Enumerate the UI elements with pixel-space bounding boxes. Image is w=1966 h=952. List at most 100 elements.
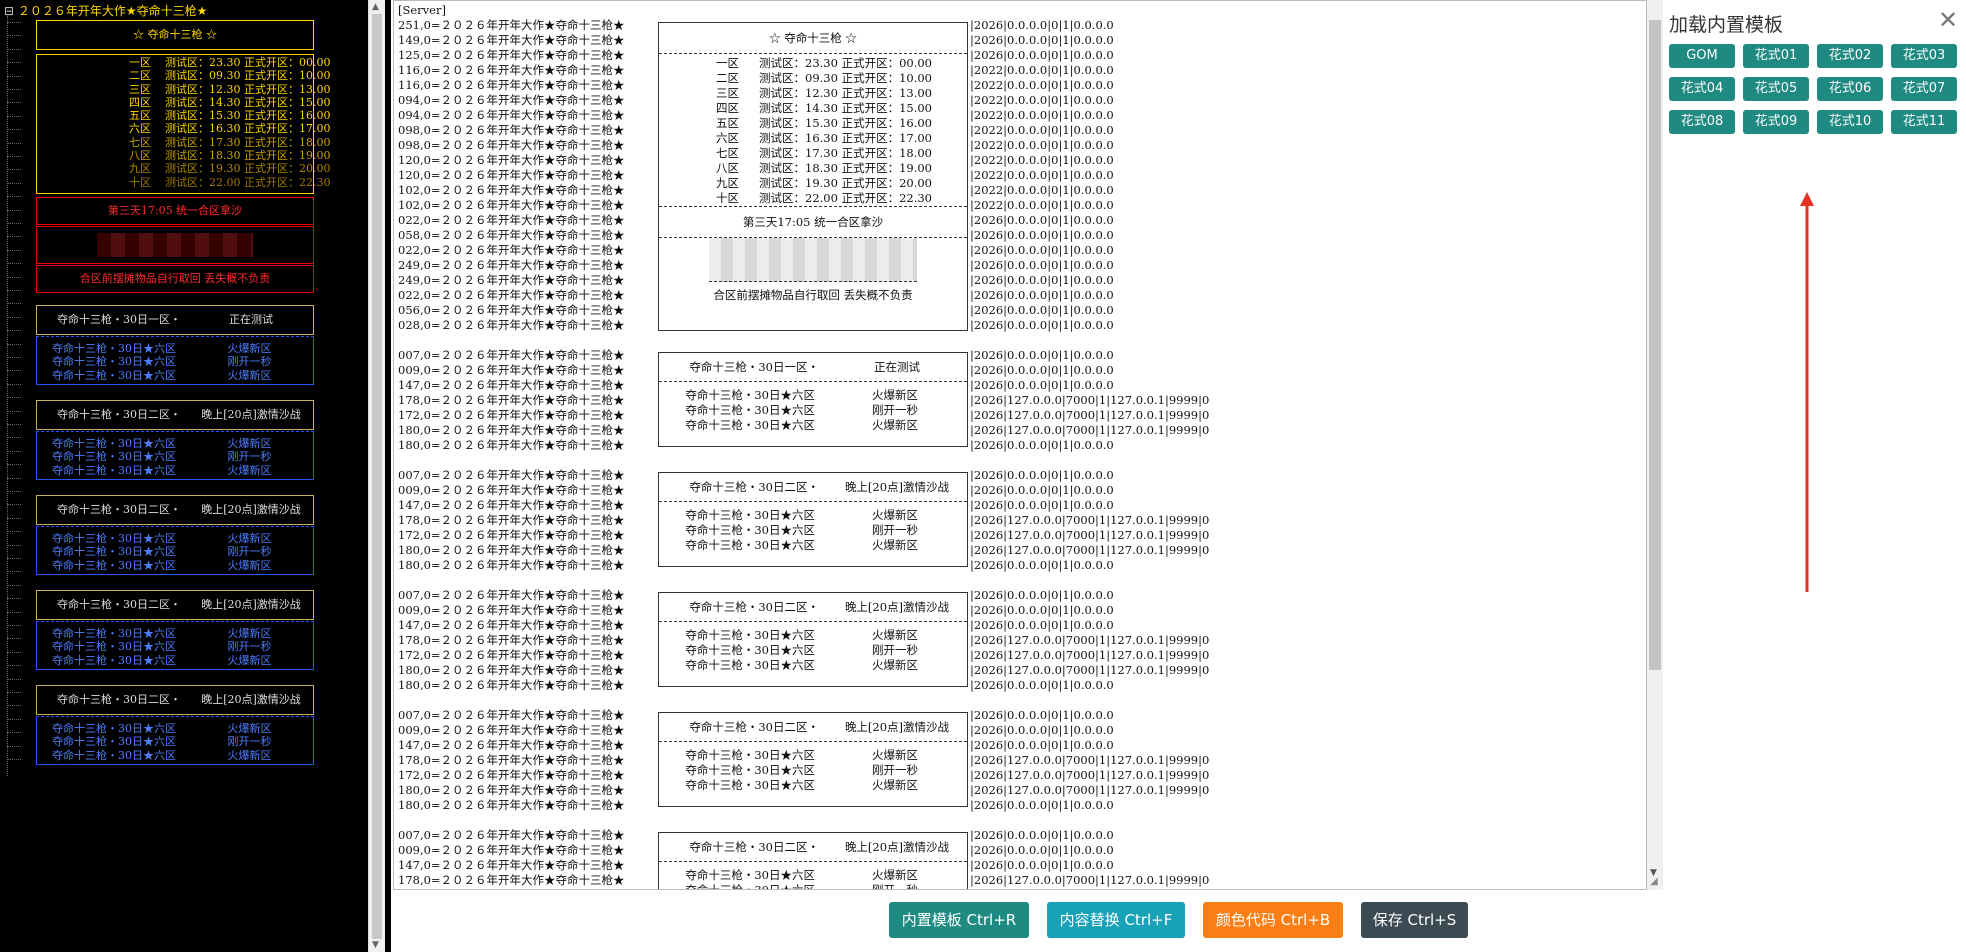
editor-line-key: 180,0=２０２６年开年大作★夺命十三枪★ <box>398 543 625 557</box>
toolbar-button[interactable]: 保存 Ctrl+S <box>1361 902 1468 938</box>
editor-line-key: 058,0=２０２６年开年大作★夺命十三枪★ <box>398 228 625 242</box>
group-header-right: 晚上[20点]激情沙战 <box>201 693 301 706</box>
tree-tick <box>7 115 21 117</box>
zone-row: 五区 测试区：15.30 正式开区：16.00 <box>37 109 330 122</box>
template-button[interactable]: 花式03 <box>1891 44 1957 68</box>
scroll-down-icon[interactable]: ▼ <box>372 940 379 950</box>
editor-group-row-right: 火爆新区 <box>872 388 918 402</box>
editor-group-row-left: 夺命十三枪・30日★六区 <box>685 643 815 657</box>
editor-line-key: 094,0=２０２６年开年大作★夺命十三枪★ <box>398 108 625 122</box>
tree-root-title[interactable]: ⊟ ２０２６年开年大作★夺命十三枪★ <box>4 2 207 19</box>
editor-line-value: |2026|0.0.0.0|0|1|0.0.0.0 <box>970 348 1114 362</box>
editor-line-value: |2026|0.0.0.0|0|1|0.0.0.0 <box>970 288 1114 302</box>
tree-tick <box>7 504 21 506</box>
tree-tick <box>7 571 21 573</box>
tree-tick <box>7 477 21 479</box>
editor-line-value: |2026|127.0.0.0|7000|1|127.0.0.1|9999|0 <box>970 873 1210 887</box>
editor-line-key: 009,0=２０２６年开年大作★夺命十三枪★ <box>398 723 625 737</box>
group-row-right: 火爆新区 <box>227 368 272 382</box>
template-button[interactable]: 花式06 <box>1817 77 1883 101</box>
template-button[interactable]: 花式07 <box>1891 77 1957 101</box>
group-row-left: 夺命十三枪・30日★六区 <box>51 722 176 735</box>
toolbar-button[interactable]: 内容替换 Ctrl+F <box>1047 902 1185 938</box>
group-row: 夺命十三枪・30日★六区 刚开一秒 <box>37 640 313 653</box>
tree-tick <box>7 718 21 720</box>
editor-line-key: 009,0=２０２６年开年大作★夺命十三枪★ <box>398 843 625 857</box>
tree-tick <box>7 651 21 653</box>
tree-tick <box>7 22 21 23</box>
editor-zone-times: 测试区：19.30 正式开区：20.00 <box>759 176 932 190</box>
editor-line-key: 007,0=２０２６年开年大作★夺命十三枪★ <box>398 828 625 842</box>
editor-line-value: |2022|0.0.0.0|0|1|0.0.0.0 <box>970 123 1114 137</box>
tree-tick <box>7 759 21 760</box>
group-row-left: 夺命十三枪・30日★六区 <box>51 463 176 477</box>
group-header: 夺命十三枪・30日二区・ 晚上[20点]激情沙战 <box>36 590 314 620</box>
tree-tick <box>7 35 21 37</box>
tree-tick <box>7 464 21 466</box>
tree-tick <box>7 102 21 104</box>
editor-group-row: 夺命十三枪・30日★六区 火爆新区 <box>659 778 967 793</box>
editor-box-group: 夺命十三枪・30日二区・ 晚上[20点]激情沙战 夺命十三枪・30日★六区 火爆新区夺… <box>658 832 968 889</box>
toolbar-button[interactable]: 颜色代码 Ctrl+B <box>1203 902 1343 938</box>
group-row-right: 火爆新区 <box>227 653 272 667</box>
template-button[interactable]: 花式08 <box>1669 110 1735 134</box>
zone-times: 测试区：19.30 正式开区：20.00 <box>165 162 331 176</box>
editor-zone-name: 五区 <box>716 116 739 130</box>
preview-notice: 第三天17:05 统一合区拿沙 <box>36 197 314 225</box>
tree-tick <box>7 223 21 224</box>
tree-scrollbar[interactable]: ▲ ▼ <box>368 0 385 952</box>
editor-group-row-right: 刚开一秒 <box>872 523 918 537</box>
preview-tree[interactable]: ⊟ ２０２６年开年大作★夺命十三枪★ ☆ 夺命十三枪 ☆ 一区 测试区：23.30… <box>0 0 368 952</box>
editor-box-zones: 一区 测试区：23.30 正式开区：00.00 二区 测试区：09.30 正式开区：1… <box>659 54 967 207</box>
group-header-left: 夺命十三枪・30日二区・ <box>57 408 181 421</box>
editor-zone-row: 六区 测试区：16.30 正式开区：17.00 <box>659 131 967 146</box>
template-button[interactable]: 花式05 <box>1743 77 1809 101</box>
resize-grip-icon[interactable]: ◢ <box>1650 876 1658 887</box>
code-editor[interactable]: [Server] 251,0=２０２６年开年大作★夺命十三枪★ |2026|0.0.… <box>393 0 1647 890</box>
editor-line-key: 102,0=２０２６年开年大作★夺命十三枪★ <box>398 198 625 212</box>
editor-line-key: 098,0=２０２６年开年大作★夺命十三枪★ <box>398 138 625 152</box>
editor-group-row: 夺命十三枪・30日★六区 火爆新区 <box>659 628 967 643</box>
tree-scroll-thumb[interactable] <box>372 14 382 939</box>
editor-group-head-left: 夺命十三枪・30日二区・ <box>689 480 819 494</box>
scroll-up-icon[interactable]: ▲ <box>372 2 379 12</box>
group-header-right: 晚上[20点]激情沙战 <box>201 408 301 421</box>
editor-zone-row: 三区 测试区：12.30 正式开区：13.00 <box>659 86 967 101</box>
tree-tick <box>7 370 21 372</box>
template-button[interactable]: 花式09 <box>1743 110 1809 134</box>
group-row-right: 火爆新区 <box>227 748 272 762</box>
group-body: 夺命十三枪・30日★六区 火爆新区 夺命十三枪・30日★六区 刚开一秒 夺命十三枪・30… <box>36 336 314 385</box>
editor-line-key: 178,0=２０２６年开年大作★夺命十三枪★ <box>398 753 625 767</box>
editor-box-group: 夺命十三枪・30日一区・ 正在测试 夺命十三枪・30日★六区 火爆新区 夺命十三枪・30… <box>658 352 968 447</box>
tree-tick <box>7 316 21 318</box>
close-icon[interactable]: ✕ <box>1938 6 1958 34</box>
tree-tick <box>7 410 21 412</box>
tree-tick <box>7 625 21 626</box>
editor-scrollbar[interactable]: ▼ <box>1647 0 1663 890</box>
editor-zone-times: 测试区：14.30 正式开区：15.00 <box>759 101 932 115</box>
editor-line-key: 007,0=２０２６年开年大作★夺命十三枪★ <box>398 708 625 722</box>
splitter[interactable] <box>385 0 391 952</box>
editor-scroll-thumb[interactable] <box>1649 20 1661 670</box>
preview-zone-list: 一区 测试区：23.30 正式开区：00.00 二区 测试区：09.30 正式开区：1… <box>36 54 331 194</box>
template-button[interactable]: GOM <box>1669 44 1735 68</box>
editor-line-key: 098,0=２０２６年开年大作★夺命十三枪★ <box>398 123 625 137</box>
editor-line-value: |2026|127.0.0.0|7000|1|127.0.0.1|9999|0 <box>970 753 1210 767</box>
editor-line-value: |2026|0.0.0.0|0|1|0.0.0.0 <box>970 588 1114 602</box>
template-button[interactable]: 花式02 <box>1817 44 1883 68</box>
editor-group-head-right: 晚上[20点]激情沙战 <box>844 840 950 854</box>
group-header-left: 夺命十三枪・30日二区・ <box>57 693 181 706</box>
template-button[interactable]: 花式01 <box>1743 44 1809 68</box>
editor-group-row: 夺命十三枪・30日★六区 火爆新区 <box>659 868 967 883</box>
editor-group-head-right: 正在测试 <box>874 360 920 374</box>
editor-group-header: 夺命十三枪・30日二区・ 晚上[20点]激情沙战 <box>659 713 967 742</box>
template-button[interactable]: 花式10 <box>1817 110 1883 134</box>
editor-line-key: 180,0=２０２６年开年大作★夺命十三枪★ <box>398 423 625 437</box>
editor-line-value: |2022|0.0.0.0|0|1|0.0.0.0 <box>970 63 1114 77</box>
toolbar-button[interactable]: 内置模板 Ctrl+R <box>889 902 1029 938</box>
template-button[interactable]: 花式11 <box>1891 110 1957 134</box>
editor-group-row-left: 夺命十三枪・30日★六区 <box>685 628 815 642</box>
editor-box-title: ☆ 夺命十三枪 ☆ <box>659 23 967 54</box>
editor-group-row-right: 刚开一秒 <box>872 403 918 417</box>
template-button[interactable]: 花式04 <box>1669 77 1735 101</box>
